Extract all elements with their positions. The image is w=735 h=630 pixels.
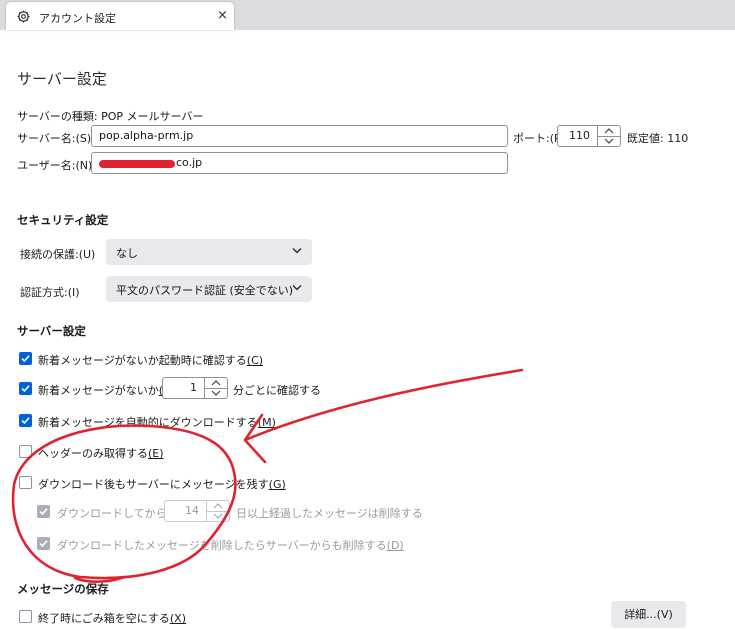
check-icon: [39, 540, 48, 548]
chevron-up-icon[interactable]: [598, 126, 620, 136]
auth-method-label: 認証方式:(I): [20, 286, 80, 299]
red-annotation: [11, 368, 524, 583]
user-name-input[interactable]: co.jp: [91, 152, 508, 174]
connection-security-label: 接続の保護:(U): [20, 248, 96, 261]
tab-bar: アカウント設定 ×: [0, 0, 735, 30]
interval-value: 1: [190, 381, 197, 394]
server-settings-heading: サーバー設定: [17, 324, 86, 338]
chevron-down-icon[interactable]: [598, 135, 620, 147]
interval-suffix: 分ごとに確認する: [233, 384, 321, 397]
tab-title: アカウント設定: [39, 12, 116, 25]
check-interval-label[interactable]: 新着メッセージがないか(Y): [38, 382, 174, 398]
chevron-down-icon[interactable]: [207, 510, 229, 522]
port-value: 110: [569, 129, 590, 142]
server-type-label: サーバーの種類: POP メールサーバー: [17, 110, 204, 123]
leave-on-server-label[interactable]: ダウンロード後もサーバーにメッセージを残す(G): [38, 476, 286, 492]
check-startup-label[interactable]: 新着メッセージがないか起動時に確認する(C): [38, 352, 263, 368]
default-port: 既定値: 110: [627, 132, 689, 145]
server-name-label: サーバー名:(S): [17, 132, 92, 145]
redaction-mark: [99, 160, 175, 168]
check-icon: [21, 355, 30, 363]
delete-on-server-label[interactable]: ダウンロードしたメッセージを削除したらサーバーからも削除する(D): [57, 537, 404, 553]
headers-only-checkbox[interactable]: [19, 445, 32, 458]
delete-on-server-checkbox[interactable]: [37, 537, 50, 550]
chevron-down-icon: [292, 285, 302, 291]
connection-security-select[interactable]: なし: [106, 239, 312, 265]
page-title: サーバー設定: [17, 70, 107, 88]
interval-stepper[interactable]: 1: [162, 377, 228, 399]
server-name-input[interactable]: pop.alpha-prm.jp: [91, 125, 508, 147]
auth-method-select[interactable]: 平文のパスワード認証 (安全でない): [106, 276, 312, 302]
chevron-down-icon: [292, 248, 302, 254]
delete-after-value: 14: [185, 504, 199, 517]
storage-heading: メッセージの保存: [17, 582, 109, 596]
empty-trash-checkbox[interactable]: [19, 610, 32, 623]
delete-after-stepper[interactable]: 14: [164, 500, 230, 522]
chevron-up-icon[interactable]: [205, 378, 227, 388]
connection-security-value: なし: [116, 247, 138, 260]
chevron-up-icon[interactable]: [207, 501, 229, 511]
delete-after-suffix: 日以上経過したメッセージは削除する: [236, 507, 423, 520]
auth-method-value: 平文のパスワード認証 (安全でない): [116, 284, 294, 297]
close-icon[interactable]: ×: [217, 8, 228, 23]
headers-only-label[interactable]: ヘッダーのみ取得する(E): [38, 445, 164, 461]
user-name-label: ユーザー名:(N): [17, 159, 93, 172]
empty-trash-label[interactable]: 終了時にごみ箱を空にする(X): [38, 610, 186, 626]
security-heading: セキュリティ設定: [17, 213, 109, 227]
port-stepper[interactable]: 110: [557, 125, 621, 147]
check-startup-checkbox[interactable]: [19, 352, 32, 365]
check-icon: [39, 508, 48, 516]
user-name-suffix: co.jp: [176, 156, 203, 169]
gear-icon: [17, 10, 30, 23]
tab-account-settings[interactable]: アカウント設定 ×: [6, 2, 234, 30]
check-icon: [21, 385, 30, 393]
chevron-down-icon[interactable]: [205, 387, 227, 399]
check-interval-checkbox[interactable]: [19, 382, 32, 395]
auto-download-label[interactable]: 新着メッセージを自動的にダウンロードする(M): [38, 414, 276, 430]
delete-after-checkbox[interactable]: [37, 505, 50, 518]
auto-download-checkbox[interactable]: [19, 414, 32, 427]
check-icon: [21, 417, 30, 425]
leave-on-server-checkbox[interactable]: [19, 476, 32, 489]
advanced-button[interactable]: 詳細...(V): [611, 601, 686, 628]
